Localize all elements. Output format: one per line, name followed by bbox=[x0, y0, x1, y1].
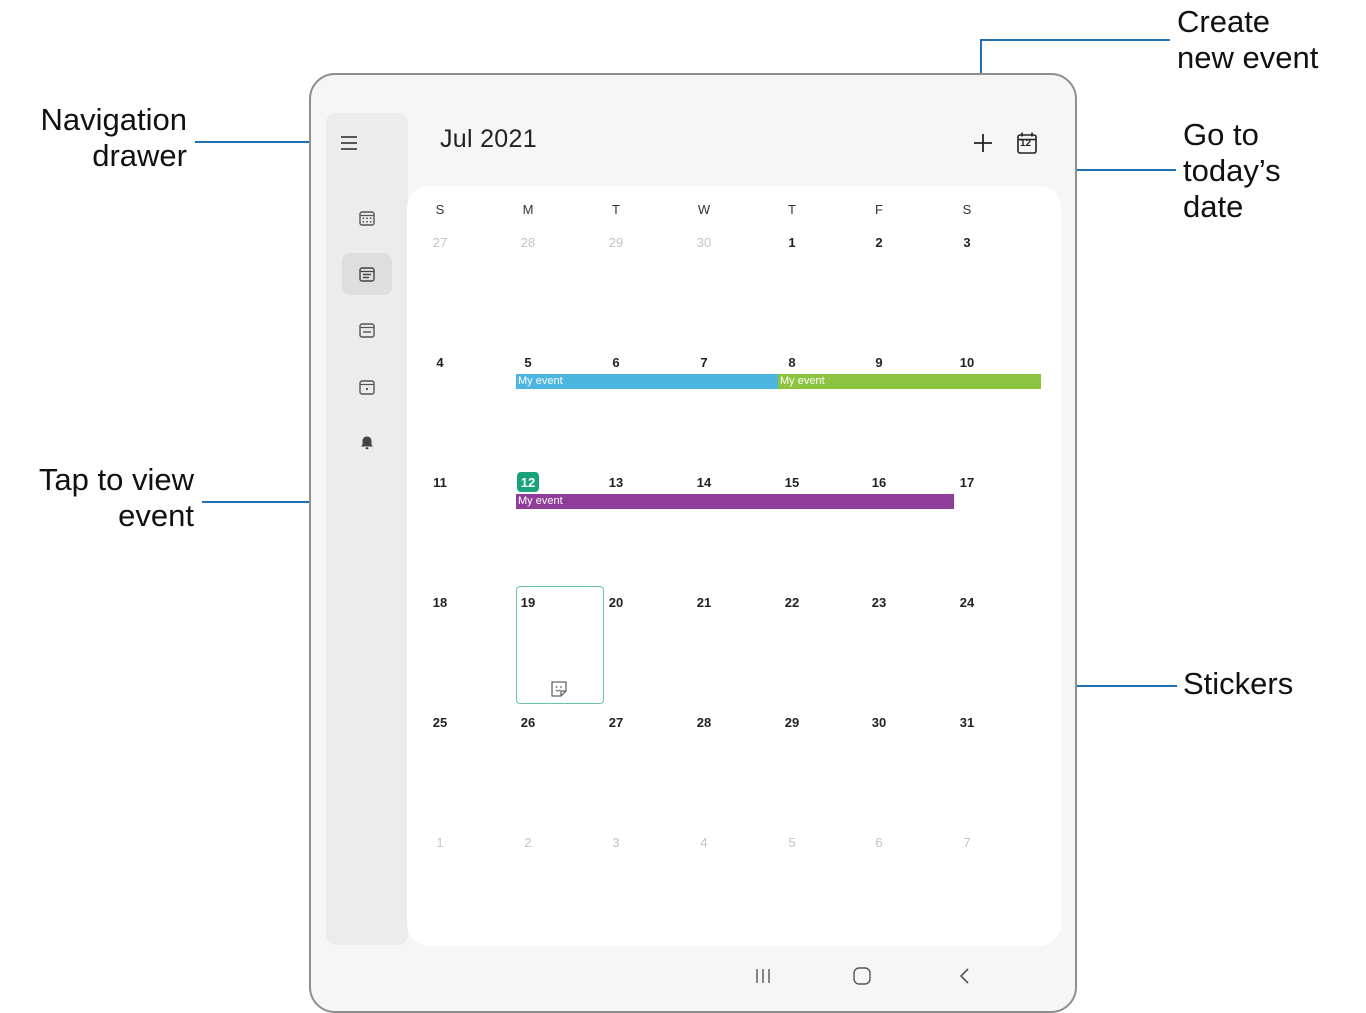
day-cell[interactable]: 4 bbox=[425, 355, 455, 370]
week-view-icon bbox=[359, 323, 375, 338]
day-cell[interactable]: 30 bbox=[864, 715, 894, 730]
plus-icon bbox=[974, 134, 992, 152]
month-title[interactable]: Jul 2021 bbox=[440, 125, 537, 154]
year-view-icon bbox=[359, 211, 375, 226]
day-cell[interactable]: 26 bbox=[513, 715, 543, 730]
callout-line-2: drawer bbox=[92, 138, 187, 173]
hamburger-menu-icon bbox=[341, 136, 357, 150]
day-cell[interactable]: 29 bbox=[601, 235, 631, 250]
callout-line-1: Tap to view bbox=[38, 462, 194, 497]
event-bar[interactable]: My event bbox=[516, 494, 954, 509]
month-calendar: SMTWTFS 27 28 29 30 1 2 3 4 5 6 7 8 9 10 11 12 13 14 15 16 1… bbox=[407, 186, 1061, 946]
sidebar-item-month[interactable] bbox=[342, 253, 392, 295]
day-cell[interactable]: 27 bbox=[425, 235, 455, 250]
day-cell[interactable]: 29 bbox=[777, 715, 807, 730]
system-navigation-bar bbox=[311, 955, 1075, 995]
day-cell[interactable]: 2 bbox=[513, 835, 543, 850]
day-cell[interactable]: 3 bbox=[601, 835, 631, 850]
home-button[interactable] bbox=[844, 961, 880, 991]
day-cell[interactable]: 6 bbox=[601, 355, 631, 370]
day-cell[interactable]: 4 bbox=[689, 835, 719, 850]
event-label: My event bbox=[780, 375, 825, 387]
day-cell[interactable]: 11 bbox=[425, 475, 455, 490]
day-cell[interactable]: 21 bbox=[689, 595, 719, 610]
day-cell[interactable]: 7 bbox=[952, 835, 982, 850]
callout-line-2: today’s bbox=[1183, 153, 1281, 188]
sidebar-item-day[interactable] bbox=[342, 366, 392, 408]
callout-stickers: Stickers bbox=[1183, 666, 1293, 702]
month-view-icon bbox=[359, 267, 375, 282]
day-cell[interactable]: 9 bbox=[864, 355, 894, 370]
day-cell[interactable]: 22 bbox=[777, 595, 807, 610]
callout-connector bbox=[980, 39, 1170, 41]
day-cell[interactable]: 5 bbox=[513, 355, 543, 370]
day-cell[interactable]: 13 bbox=[601, 475, 631, 490]
day-cell[interactable]: 16 bbox=[864, 475, 894, 490]
sticker-button[interactable] bbox=[548, 678, 570, 700]
day-cell[interactable]: 8 bbox=[777, 355, 807, 370]
callout-line-1: Create bbox=[1177, 4, 1271, 39]
callout-line-1: Stickers bbox=[1183, 666, 1294, 701]
day-cell[interactable]: 5 bbox=[777, 835, 807, 850]
day-cell[interactable]: 15 bbox=[777, 475, 807, 490]
day-cell[interactable]: 1 bbox=[777, 235, 807, 250]
callout-navigation-drawer: Navigation drawer bbox=[10, 102, 187, 174]
back-button[interactable] bbox=[947, 961, 983, 991]
day-cell[interactable]: 25 bbox=[425, 715, 455, 730]
day-cell[interactable]: 17 bbox=[952, 475, 982, 490]
back-icon bbox=[959, 968, 969, 984]
day-cell-today[interactable]: 12 bbox=[513, 475, 543, 490]
go-to-today-button[interactable]: 12 bbox=[1011, 127, 1043, 159]
callout-line-1: Navigation bbox=[40, 102, 187, 137]
day-cell[interactable]: 7 bbox=[689, 355, 719, 370]
callout-line-2: event bbox=[118, 498, 194, 533]
today-icon-number: 12 bbox=[1020, 138, 1032, 149]
day-cell[interactable]: 18 bbox=[425, 595, 455, 610]
day-cell[interactable]: 20 bbox=[601, 595, 631, 610]
weekday-label: T bbox=[788, 202, 796, 217]
day-cell[interactable]: 30 bbox=[689, 235, 719, 250]
day-cell[interactable]: 10 bbox=[952, 355, 982, 370]
day-cell[interactable]: 31 bbox=[952, 715, 982, 730]
home-icon bbox=[853, 967, 871, 985]
day-cell[interactable]: 27 bbox=[601, 715, 631, 730]
day-cell[interactable]: 14 bbox=[689, 475, 719, 490]
callout-go-to-today: Go to today’s date bbox=[1183, 117, 1281, 225]
navigation-drawer-button[interactable] bbox=[333, 127, 365, 159]
day-view-icon bbox=[359, 380, 375, 395]
day-cell[interactable]: 1 bbox=[425, 835, 455, 850]
sticker-icon bbox=[551, 681, 567, 697]
callout-create-new-event: Create new event bbox=[1177, 4, 1318, 76]
weekday-label: T bbox=[612, 202, 620, 217]
day-cell[interactable]: 23 bbox=[864, 595, 894, 610]
tablet-frame: Jul 2021 12 SMTWTFS 27 28 29 30 1 2 3 4 5 6 7 8 9 10 1… bbox=[309, 73, 1077, 1013]
day-cell[interactable]: 28 bbox=[513, 235, 543, 250]
day-cell[interactable]: 6 bbox=[864, 835, 894, 850]
recent-apps-icon bbox=[756, 969, 770, 983]
sidebar-item-year[interactable] bbox=[342, 197, 392, 239]
callout-line-3: date bbox=[1183, 189, 1244, 224]
day-cell[interactable]: 28 bbox=[689, 715, 719, 730]
callout-tap-to-view-event: Tap to view event bbox=[10, 462, 194, 534]
view-sidebar bbox=[326, 113, 408, 945]
event-label: My event bbox=[518, 375, 563, 387]
sidebar-item-reminders[interactable] bbox=[342, 422, 392, 464]
event-bar[interactable]: My event bbox=[778, 374, 1041, 389]
sidebar-item-week[interactable] bbox=[342, 309, 392, 351]
callout-line-1: Go to bbox=[1183, 117, 1259, 152]
weekday-label: S bbox=[435, 202, 445, 217]
weekday-label: W bbox=[697, 202, 711, 217]
event-bar[interactable]: My event bbox=[516, 374, 778, 389]
weekday-label: F bbox=[875, 202, 883, 217]
reminder-bell-icon bbox=[361, 436, 373, 450]
weekday-label: M bbox=[522, 202, 534, 217]
day-cell[interactable]: 24 bbox=[952, 595, 982, 610]
day-cell[interactable]: 3 bbox=[952, 235, 982, 250]
callout-line-2: new event bbox=[1177, 40, 1319, 75]
create-event-button[interactable] bbox=[967, 127, 999, 159]
event-label: My event bbox=[518, 495, 563, 507]
day-cell[interactable]: 2 bbox=[864, 235, 894, 250]
weekday-label: S bbox=[962, 202, 972, 217]
recent-apps-button[interactable] bbox=[745, 961, 781, 991]
